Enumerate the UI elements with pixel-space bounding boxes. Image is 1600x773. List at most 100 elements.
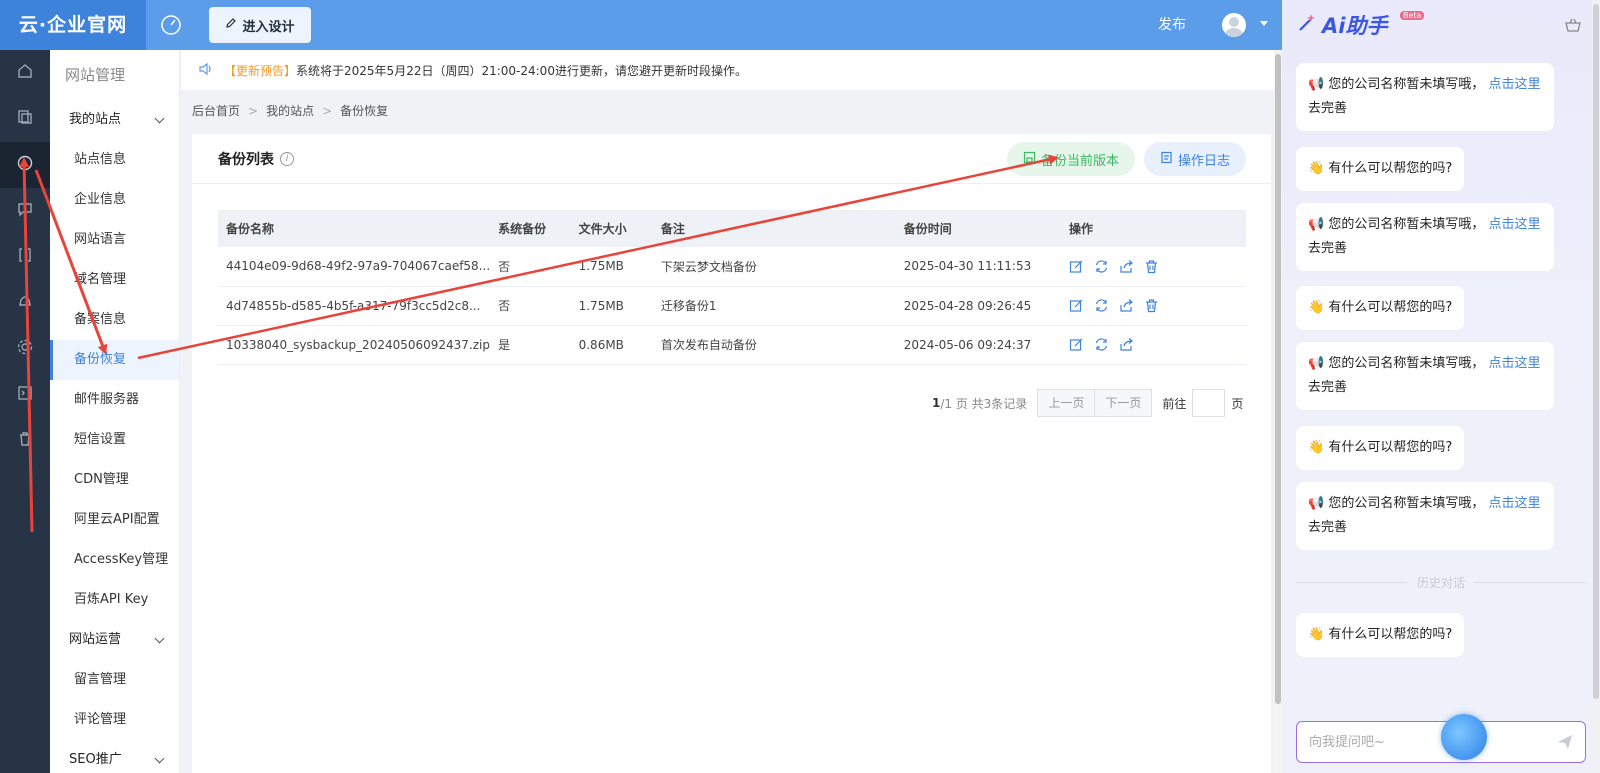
col-time: 备份时间	[895, 210, 1062, 247]
menu-item-cdn[interactable]: CDN管理	[50, 460, 179, 500]
operation-log-button[interactable]: 操作日志	[1144, 142, 1246, 176]
menu-item-domain[interactable]: 域名管理	[50, 260, 179, 300]
divider-line	[1475, 581, 1587, 583]
info-icon[interactable]: i	[280, 151, 294, 166]
table-row: 4d74855b-d585-4b5f-a317-79f3cc5d2c8... 否…	[218, 286, 1246, 326]
chevron-down-icon	[154, 753, 165, 763]
delete-icon[interactable]	[1144, 298, 1159, 313]
chevron-down-icon	[154, 113, 165, 123]
dashboard-icon[interactable]	[146, 0, 196, 50]
delete-icon[interactable]	[1144, 259, 1159, 274]
share-icon[interactable]	[1119, 337, 1134, 352]
menu-group-my-site[interactable]: 我的站点	[50, 100, 179, 140]
breadcrumb-my-site[interactable]: 我的站点	[266, 102, 314, 119]
complete-info-link[interactable]: 点击这里	[1488, 496, 1540, 511]
menu-item-site-info[interactable]: 站点信息	[50, 140, 179, 180]
prev-page-button[interactable]: 上一页	[1037, 389, 1096, 417]
rail-settings[interactable]	[0, 326, 50, 372]
avatar[interactable]	[1222, 13, 1246, 37]
ai-scrollbar[interactable]	[1592, 0, 1600, 773]
share-icon[interactable]	[1119, 298, 1134, 313]
menu-group-label: 网站运营	[69, 632, 122, 647]
basket-icon[interactable]	[1564, 16, 1582, 38]
backup-table: 备份名称 系统备份 文件大小 备注 备份时间 操作 44104e09-9d68-…	[218, 210, 1246, 365]
enter-design-label: 进入设计	[242, 19, 295, 35]
enter-design-button[interactable]: 进入设计	[209, 7, 311, 43]
beta-badge: Beta	[1400, 11, 1425, 20]
cell-time: 2025-04-28 09:26:45	[895, 286, 1062, 326]
pager-total: /1 页 共3条记录	[940, 396, 1028, 411]
next-page-button[interactable]: 下一页	[1095, 389, 1153, 417]
message-text: 有什么可以帮您的吗?	[1328, 627, 1453, 642]
bell-icon	[16, 292, 34, 314]
menu-item-bailian-key[interactable]: 百炼API Key	[50, 580, 179, 620]
cell-system: 是	[490, 325, 571, 365]
goto-label: 前往	[1162, 396, 1187, 411]
wave-hand-icon: 👋	[1308, 440, 1325, 455]
edit-icon[interactable]	[1069, 259, 1084, 274]
menu-item-accesskey[interactable]: AccessKey管理	[50, 540, 179, 580]
megaphone-icon: 📢	[1308, 77, 1325, 92]
menu-item-icp[interactable]: 备案信息	[50, 300, 179, 340]
rail-alerts[interactable]	[0, 280, 50, 326]
rail-site[interactable]	[0, 142, 50, 188]
rail-terminal[interactable]	[0, 372, 50, 418]
restore-icon[interactable]	[1094, 259, 1109, 274]
globe-icon	[16, 154, 34, 176]
rail-home[interactable]	[0, 50, 50, 96]
main-scrollbar[interactable]	[1274, 50, 1282, 773]
ai-message-notice: 📢 您的公司名称暂未填写哦， 点击这里 去完善	[1296, 482, 1554, 550]
send-icon[interactable]	[1545, 733, 1585, 751]
complete-info-link[interactable]: 点击这里	[1488, 77, 1540, 92]
ai-message-notice: 📢 您的公司名称暂未填写哦， 点击这里 去完善	[1296, 203, 1554, 271]
col-actions: 操作	[1061, 210, 1246, 247]
rail-chat[interactable]	[0, 188, 50, 234]
rail-code[interactable]	[0, 234, 50, 280]
edit-icon[interactable]	[1069, 298, 1084, 313]
menu-item-messages[interactable]: 留言管理	[50, 660, 179, 700]
backup-current-version-button[interactable]: 备份当前版本	[1007, 142, 1135, 176]
history-divider: 历史对话	[1296, 575, 1587, 590]
home-icon	[16, 62, 34, 84]
edit-icon[interactable]	[1069, 337, 1084, 352]
ai-message-greet: 👋 有什么可以帮您的吗?	[1296, 426, 1465, 470]
publish-button[interactable]: 发布	[1158, 0, 1186, 50]
ai-question-input[interactable]	[1309, 734, 1545, 750]
cell-size: 0.86MB	[570, 325, 653, 365]
side-menu: 网站管理 我的站点 站点信息 企业信息 网站语言 域名管理 备案信息 备份恢复 …	[50, 50, 180, 773]
breadcrumb: 后台首页 > 我的站点 > 备份恢复	[192, 102, 388, 119]
menu-item-backup[interactable]: 备份恢复	[50, 340, 179, 380]
message-text: 您的公司名称暂未填写哦，	[1328, 77, 1485, 92]
menu-item-mail-server[interactable]: 邮件服务器	[50, 380, 179, 420]
message-text: 有什么可以帮您的吗?	[1328, 300, 1453, 315]
complete-info-link[interactable]: 点击这里	[1488, 217, 1540, 232]
rail-trash[interactable]	[0, 418, 50, 464]
menu-item-sms[interactable]: 短信设置	[50, 420, 179, 460]
rail-pages[interactable]	[0, 96, 50, 142]
col-system: 系统备份	[490, 210, 571, 247]
restore-icon[interactable]	[1094, 298, 1109, 313]
menu-item-aliyun-api[interactable]: 阿里云API配置	[50, 500, 179, 540]
gear-icon	[16, 338, 34, 360]
logo[interactable]: 云·企业官网	[0, 0, 146, 50]
chevron-down-icon[interactable]	[1260, 21, 1268, 26]
ai-title: Ai助手	[1322, 14, 1388, 38]
cell-actions	[1061, 325, 1246, 365]
menu-group-label: 我的站点	[69, 112, 122, 127]
assistant-orb[interactable]	[1441, 714, 1487, 760]
scrollbar-thumb[interactable]	[1593, 4, 1599, 699]
menu-group-operations[interactable]: 网站运营	[50, 620, 179, 660]
document-icon	[1160, 151, 1173, 168]
menu-item-comments[interactable]: 评论管理	[50, 700, 179, 740]
panel-header: 备份列表 i 备份当前版本 操作日志	[192, 134, 1271, 184]
goto-page-input[interactable]	[1192, 389, 1226, 417]
complete-info-link[interactable]: 点击这里	[1488, 356, 1540, 371]
share-icon[interactable]	[1119, 259, 1134, 274]
menu-group-seo[interactable]: SEO推广	[50, 740, 179, 773]
menu-item-site-language[interactable]: 网站语言	[50, 220, 179, 260]
restore-icon[interactable]	[1094, 337, 1109, 352]
scrollbar-thumb[interactable]	[1275, 54, 1281, 704]
backup-button-label: 备份当前版本	[1040, 153, 1119, 169]
menu-item-company-info[interactable]: 企业信息	[50, 180, 179, 220]
breadcrumb-home[interactable]: 后台首页	[192, 102, 240, 119]
